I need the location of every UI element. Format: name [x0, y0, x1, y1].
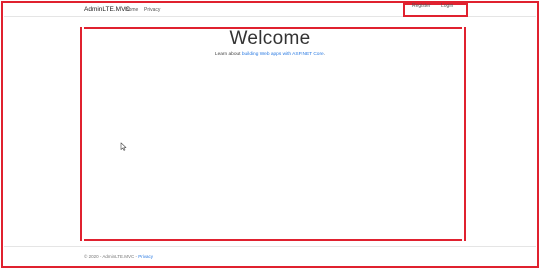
footer-privacy-link[interactable]: Privacy — [138, 254, 153, 259]
brand-link[interactable]: AdminLTE.MVC — [84, 6, 130, 13]
mouse-cursor-icon — [120, 142, 127, 151]
main-content-highlight — [80, 27, 466, 241]
aspnet-core-link[interactable]: building Web apps with ASP.NET Core — [242, 52, 324, 57]
welcome-heading: Welcome — [229, 28, 311, 49]
highlight-bottom-edge — [84, 239, 462, 241]
lead-suffix: . — [323, 52, 326, 57]
nav-link-home[interactable]: Home — [125, 7, 138, 13]
page-footer: © 2020 - AdminLTE.MVC - Privacy — [4, 246, 536, 266]
footer-copyright: © 2020 - AdminLTE.MVC - Privacy — [84, 254, 153, 259]
lead-prefix: Learn about — [214, 52, 242, 57]
welcome-lead: Learn about building Web apps with ASP.N… — [0, 52, 540, 57]
nav-link-privacy[interactable]: Privacy — [144, 7, 160, 13]
footer-copyright-text: © 2020 - AdminLTE.MVC - — [84, 254, 139, 259]
register-link[interactable]: Register — [412, 3, 431, 9]
login-link[interactable]: Login — [441, 3, 453, 9]
